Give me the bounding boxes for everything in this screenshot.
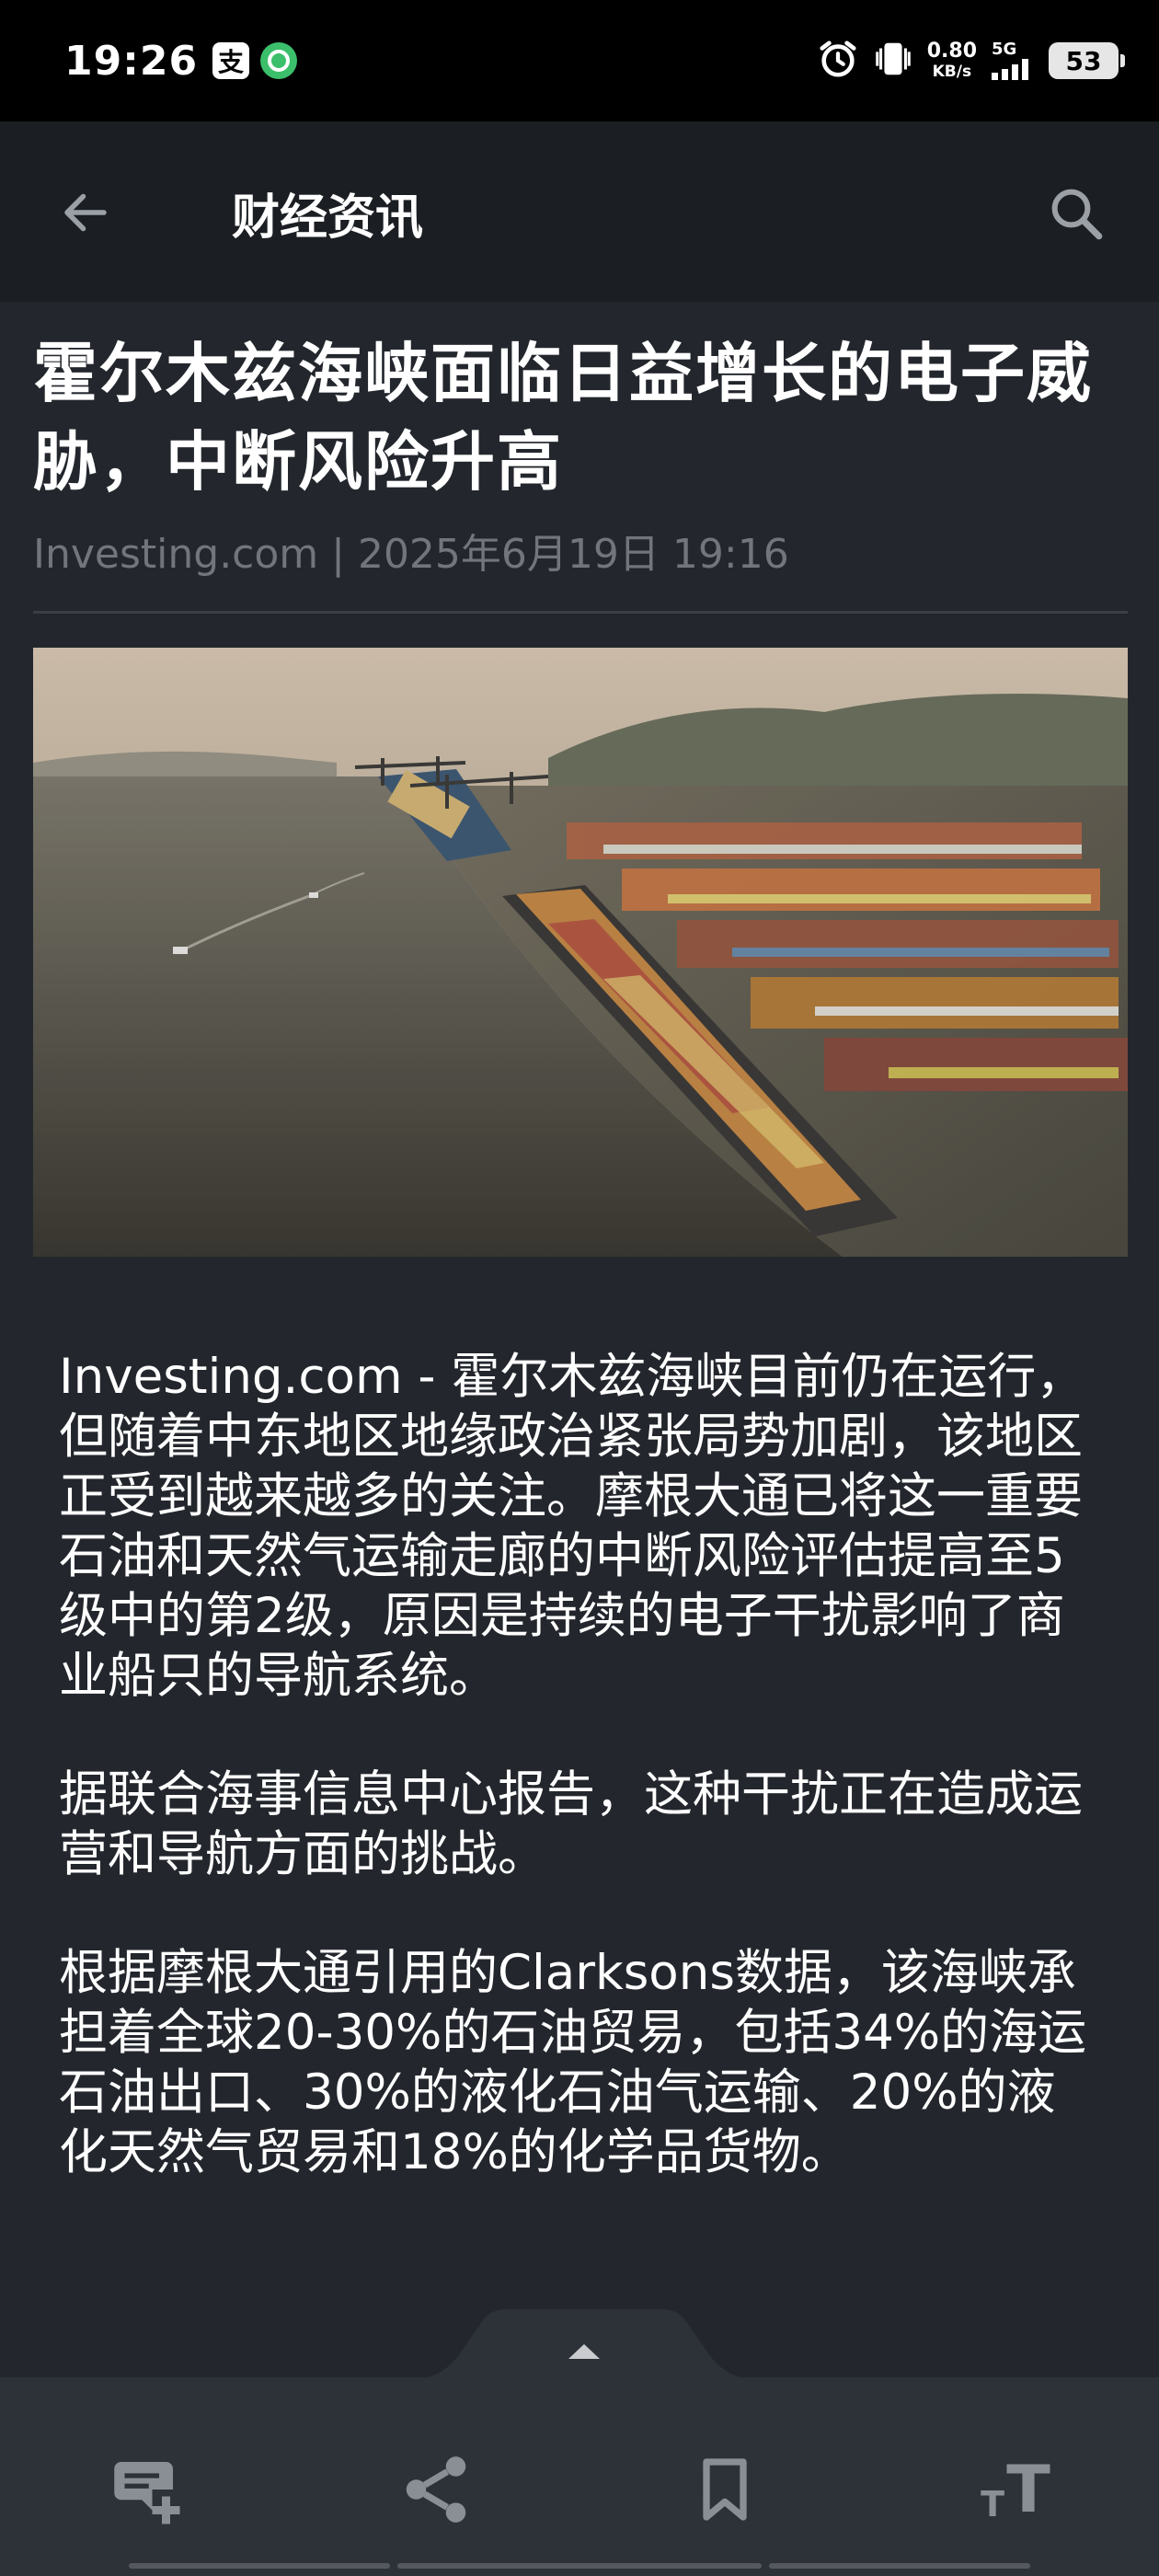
search-icon: [1051, 189, 1103, 240]
search-button[interactable]: [1039, 177, 1113, 250]
article-paragraph: Investing.com - 霍尔木兹海峡目前仍在运行，但随着中东地区地缘政治…: [59, 1349, 1085, 1704]
signal-strength-icon: 5G: [990, 41, 1036, 80]
toolbar-indicator: [397, 2563, 762, 2569]
status-bar: 19:26 支 0.80 KB/s 5G 53: [0, 0, 1159, 121]
expand-toolbar-tab[interactable]: [414, 2309, 754, 2379]
toolbar-indicator: [129, 2563, 390, 2569]
header-divider: [33, 611, 1128, 614]
alipay-notification-icon: 支: [212, 42, 250, 79]
article-paragraph: 据联合海事信息中心报告，这种干扰正在造成运营和导航方面的挑战。: [59, 1766, 1083, 1882]
share-button[interactable]: [390, 2444, 482, 2536]
article-title: 霍尔木兹海峡面临日益增长的电子威胁，中断风险升高: [33, 336, 1093, 500]
app-notification-icon: [260, 42, 298, 79]
add-comment-icon: [114, 2462, 180, 2524]
toolbar-indicator: [769, 2563, 1030, 2569]
page-title: 财经资讯: [232, 190, 424, 246]
article-paragraph: 根据摩根大通引用的Clarksons数据，该海峡承担着全球20-30%的石油贸易…: [59, 1945, 1087, 2180]
back-arrow-icon: [64, 193, 107, 232]
net-speed: 0.80 KB/s: [926, 40, 977, 81]
add-comment-button[interactable]: [99, 2444, 191, 2536]
chevron-up-icon: [568, 2344, 600, 2359]
status-time: 19:26: [64, 37, 199, 85]
share-icon: [406, 2456, 466, 2523]
text-size-button[interactable]: TT: [970, 2444, 1061, 2536]
alarm-icon: [817, 38, 859, 84]
article-body: Investing.com - 霍尔木兹海峡目前仍在运行，但随着中东地区地缘政治…: [59, 1347, 1095, 2322]
bookmark-button[interactable]: [679, 2444, 771, 2536]
article-hero-image: [33, 648, 1128, 1257]
app-bar: 财经资讯: [0, 121, 1159, 302]
battery-indicator: 53: [1049, 42, 1125, 79]
text-size-icon: TT: [981, 2452, 1050, 2527]
back-button[interactable]: [53, 180, 118, 245]
vibrate-icon: [872, 38, 914, 84]
article-meta: Investing.com | 2025年6月19日 19:16: [33, 531, 789, 578]
article-header: 霍尔木兹海峡面临日益增长的电子威胁，中断风险升高 Investing.com |…: [33, 329, 1128, 580]
bottom-toolbar: TT: [0, 2377, 1159, 2576]
bookmark-icon: [703, 2458, 747, 2521]
